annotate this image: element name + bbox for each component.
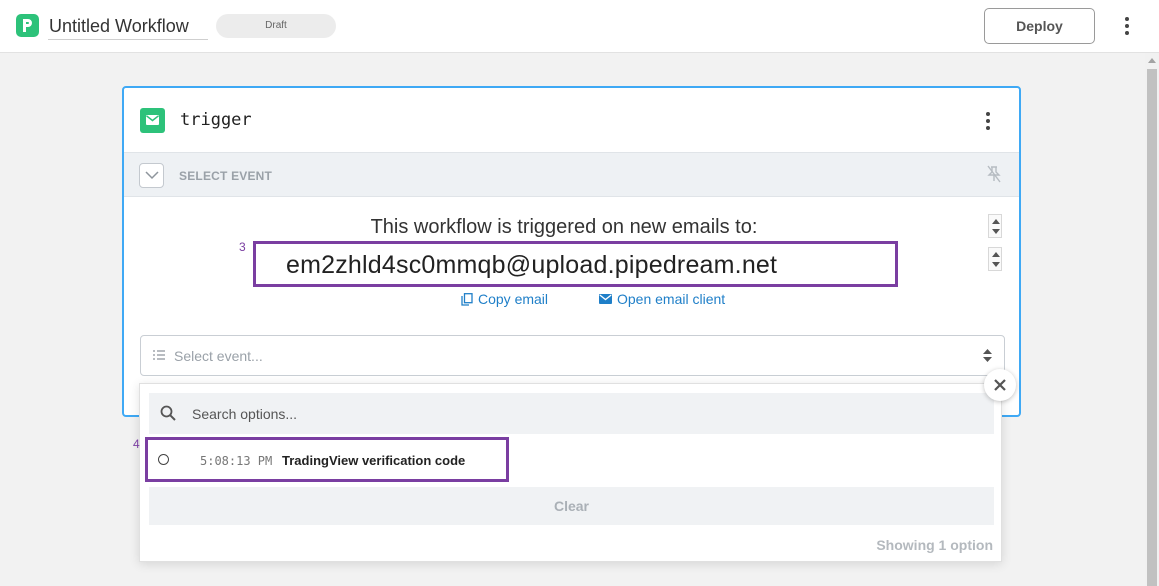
options-count: Showing 1 option [876, 537, 993, 553]
search-input[interactable]: Search options... [149, 393, 994, 434]
trigger-description: This workflow is triggered on new emails… [370, 216, 758, 238]
annotation-marker: 4 [133, 437, 140, 451]
scroll-up-arrow-icon[interactable] [1148, 58, 1156, 63]
status-badge: Draft [216, 14, 336, 38]
pin-off-icon[interactable] [986, 165, 1002, 188]
open-email-client-label: Open email client [617, 291, 726, 307]
copy-email-link[interactable]: Copy email [461, 291, 548, 307]
envelope-icon [599, 294, 612, 304]
scroll-thumb[interactable] [1147, 69, 1157, 586]
select-event-label: SELECT EVENT [179, 169, 273, 183]
close-icon[interactable] [984, 369, 1016, 401]
event-options-dropdown: Search options... 5:08:13 PM TradingView… [139, 383, 1002, 562]
trigger-step-card: trigger SELECT EVENT This workflow is tr… [122, 86, 1021, 417]
open-email-client-link[interactable]: Open email client [599, 291, 725, 307]
trigger-email-address[interactable]: em2zhld4sc0mmqb@upload.pipedream.net [286, 251, 777, 280]
option-label: TradingView verification code [282, 453, 466, 468]
top-bar: Untitled Workflow Draft Deploy [0, 0, 1159, 53]
annotation-marker: 3 [239, 240, 246, 254]
sort-icon [983, 349, 992, 362]
clear-button[interactable]: Clear [149, 487, 994, 525]
copy-icon [461, 292, 473, 306]
mail-icon [140, 108, 165, 133]
list-item[interactable]: 5:08:13 PM TradingView verification code [145, 437, 509, 482]
scroll-stepper-bottom[interactable] [988, 247, 1002, 271]
search-icon [160, 405, 176, 421]
step-name[interactable]: trigger [180, 110, 252, 130]
copy-email-label: Copy email [478, 291, 549, 307]
step-menu-icon[interactable] [985, 112, 991, 130]
email-address-highlight: em2zhld4sc0mmqb@upload.pipedream.net [253, 241, 898, 287]
workflow-title-input[interactable]: Untitled Workflow [48, 12, 208, 40]
more-vertical-icon[interactable] [1124, 17, 1130, 35]
chevron-down-icon[interactable] [139, 163, 164, 188]
event-select-placeholder: Select event... [174, 348, 263, 364]
list-icon [153, 350, 165, 360]
deploy-button[interactable]: Deploy [984, 8, 1095, 44]
select-event-header: SELECT EVENT [124, 152, 1019, 197]
page-scrollbar[interactable] [1145, 53, 1159, 586]
search-placeholder: Search options... [192, 406, 298, 422]
radio-button[interactable] [158, 454, 169, 465]
pipedream-logo-icon[interactable] [16, 14, 39, 37]
event-select[interactable]: Select event... [140, 335, 1005, 376]
scroll-stepper-top[interactable] [988, 214, 1002, 238]
option-time: 5:08:13 PM [200, 454, 273, 468]
